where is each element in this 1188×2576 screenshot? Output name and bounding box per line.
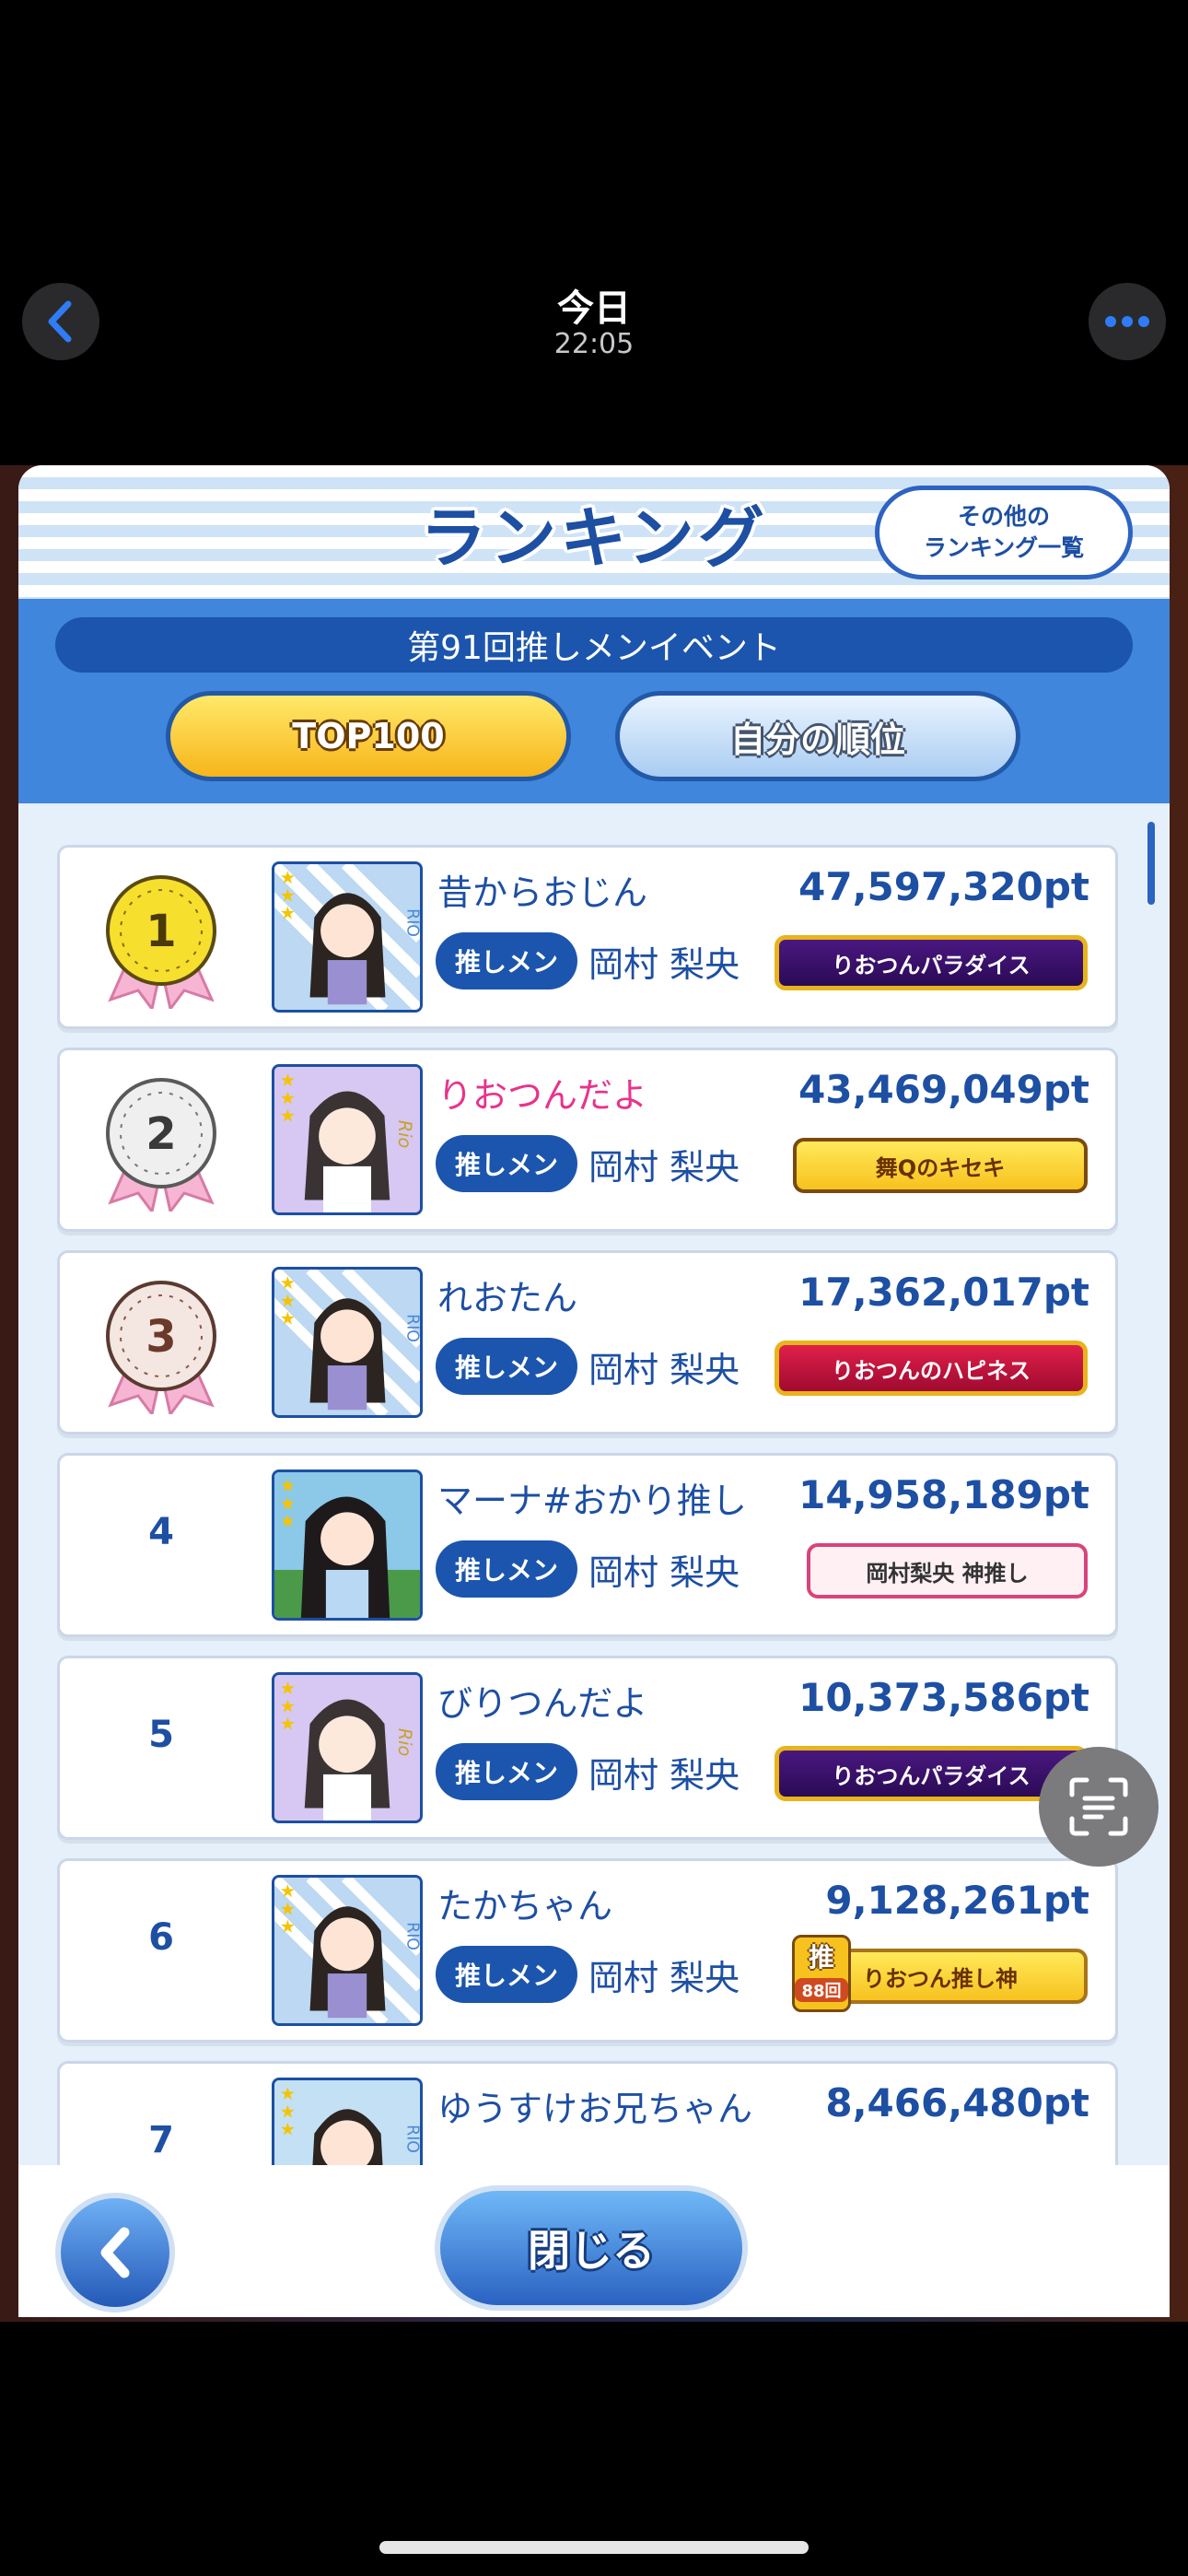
bronze-medal-icon: 3 <box>106 1281 216 1414</box>
title-badge: りおつんパラダイス <box>775 935 1088 990</box>
table-row[interactable]: 1 RIO ★ ★ ★ 昔からおじん 47,597,320pt 推しメン 岡村 梨央… <box>57 845 1118 1029</box>
svg-text:RIO: RIO <box>403 1314 422 1342</box>
footer-back-button[interactable] <box>55 2193 175 2313</box>
player-name: ゆうすけお兄ちゃん <box>437 2089 753 2129</box>
other-rankings-button[interactable]: その他の ランキング一覧 <box>875 486 1133 580</box>
svg-text:★: ★ <box>280 1714 296 1735</box>
svg-text:★: ★ <box>280 903 296 924</box>
oshi-emblem-count: 88回 <box>795 1978 848 2002</box>
svg-text:RIO: RIO <box>403 2125 422 2153</box>
more-options-button[interactable] <box>1089 283 1166 360</box>
title-badge: 舞Qのキセキ <box>793 1138 1088 1193</box>
title-badge: りおつんのハピネス <box>775 1341 1088 1396</box>
table-row[interactable]: 3 RIO ★ ★ ★ れおたん 17,362,017pt 推しメン 岡村 梨央 り… <box>57 1250 1118 1434</box>
player-points: 10,373,586pt <box>798 1675 1089 1720</box>
scrollbar[interactable] <box>1147 822 1155 905</box>
svg-text:1: 1 <box>146 906 176 957</box>
avatar: Rio ★★★ <box>272 1672 423 1823</box>
ranking-list[interactable]: 1 RIO ★ ★ ★ 昔からおじん 47,597,320pt 推しメン 岡村 梨央… <box>18 803 1170 2165</box>
avatar: Rio ★★★ <box>272 1064 423 1215</box>
oshi-label: 推しメン <box>436 1540 577 1598</box>
table-row[interactable]: 4 ★ ★ ★ マーナ#おかり推し 14,958,189pt 推しメン 岡村 梨央 … <box>57 1453 1118 1637</box>
svg-text:RIO: RIO <box>403 908 422 937</box>
header-time: 22:05 <box>553 328 635 360</box>
ranking-panel: ランキング その他の ランキング一覧 第91回推しメンイベント TOP100 自… <box>18 465 1170 2317</box>
badge-text: 舞Qのキセキ <box>875 1154 1006 1181</box>
player-name: びりつんだよ <box>437 1683 648 1724</box>
table-row[interactable]: 6 RIO ★ ★ ★ たかちゃん 9,128,261pt 推しメン 岡村 梨央 り… <box>57 1858 1118 2043</box>
player-name: りおつんだよ <box>437 1075 648 1116</box>
tab-my-rank[interactable]: 自分の順位 <box>615 691 1020 781</box>
header-date: 今日 <box>557 287 631 330</box>
badge-text: りおつんのハピネス <box>832 1357 1031 1384</box>
close-button[interactable]: 閉じる <box>435 2185 748 2311</box>
gold-medal-icon: 1 <box>106 875 216 1009</box>
event-name: 第91回推しメンイベント <box>55 617 1133 673</box>
member-name: 岡村 梨央 <box>588 1755 740 1796</box>
player-name: れおたん <box>437 1278 578 1318</box>
title-badge: 岡村梨央 神推し <box>807 1543 1088 1598</box>
rank-number: 7 <box>148 2119 174 2161</box>
svg-text:Rio: Rio <box>394 1728 415 1757</box>
oshi-label: 推しメン <box>436 1338 577 1395</box>
svg-text:3: 3 <box>146 1311 176 1363</box>
avatar: RIO ★★★ <box>272 1267 423 1418</box>
member-name: 岡村 梨央 <box>588 944 740 985</box>
avatar: ★★★ <box>272 1469 423 1621</box>
member-name: 岡村 梨央 <box>588 1350 740 1390</box>
home-indicator[interactable] <box>379 2541 809 2554</box>
avatar: RIO ★★★ <box>272 2078 423 2165</box>
badge-text: 岡村梨央 神推し <box>866 1560 1029 1587</box>
badge-text: りおつん推し神 <box>863 1965 1018 1992</box>
oshi-emblem-kanji: 推 <box>808 1942 834 1973</box>
player-points: 8,466,480pt <box>825 2080 1089 2125</box>
player-points: 47,597,320pt <box>798 864 1089 909</box>
other-rankings-label-1: その他の <box>957 503 1050 530</box>
event-header: 第91回推しメンイベント TOP100 自分の順位 <box>18 599 1170 803</box>
oshi-label: 推しメン <box>436 932 577 989</box>
svg-text:★: ★ <box>280 1511 296 1532</box>
oshi-label: 推しメン <box>436 1743 577 1800</box>
member-name: 岡村 梨央 <box>588 1552 740 1593</box>
chevron-left-icon <box>100 2227 130 2278</box>
text-scan-icon <box>1069 1777 1128 1836</box>
svg-text:RIO: RIO <box>403 1922 422 1950</box>
rank-number: 6 <box>148 1916 174 1959</box>
other-rankings-label-2: ランキング一覧 <box>923 534 1085 561</box>
footer-bar: 閉じる <box>18 2165 1170 2317</box>
svg-text:2: 2 <box>146 1108 176 1160</box>
oshi-label: 推しメン <box>436 1135 577 1192</box>
player-points: 9,128,261pt <box>825 1878 1089 1923</box>
table-row[interactable]: 2 Rio ★ ★ ★ りおつんだよ 43,469,049pt 推しメン 岡村 梨央… <box>57 1048 1118 1232</box>
svg-text:★: ★ <box>280 1106 296 1127</box>
player-name: たかちゃん <box>437 1886 613 1926</box>
silver-medal-icon: 2 <box>106 1078 216 1212</box>
svg-text:★: ★ <box>280 2119 296 2140</box>
avatar: RIO ★★★ <box>272 861 423 1013</box>
player-name: マーナ#おかり推し <box>437 1481 747 1521</box>
badge-text: りおつんパラダイス <box>832 1762 1031 1789</box>
player-points: 17,362,017pt <box>798 1270 1089 1315</box>
player-points: 43,469,049pt <box>798 1067 1089 1112</box>
badge-text: りおつんパラダイス <box>832 952 1031 978</box>
player-points: 14,958,189pt <box>798 1472 1089 1517</box>
ellipsis-icon <box>1105 316 1149 327</box>
member-name: 岡村 梨央 <box>588 1958 740 1998</box>
avatar: RIO ★★★ <box>272 1875 423 2026</box>
oshi-label: 推しメン <box>436 1946 577 2003</box>
rank-number: 5 <box>148 1714 174 1756</box>
live-text-button[interactable] <box>1039 1747 1159 1867</box>
oshi-count-emblem: 推 88回 <box>792 1935 851 2012</box>
svg-text:Rio: Rio <box>394 1120 415 1149</box>
table-row[interactable]: 7 RIO ★ ★ ★ ゆうすけお兄ちゃん 8,466,480pt <box>57 2061 1118 2165</box>
svg-text:★: ★ <box>280 1916 296 1938</box>
member-name: 岡村 梨央 <box>588 1147 740 1188</box>
player-name: 昔からおじん <box>437 872 648 913</box>
table-row[interactable]: 5 Rio ★ ★ ★ びりつんだよ 10,373,586pt 推しメン 岡村 梨央… <box>57 1656 1118 1840</box>
tab-top100[interactable]: TOP100 <box>166 691 571 781</box>
svg-text:★: ★ <box>280 1308 296 1329</box>
rank-number: 4 <box>148 1511 174 1553</box>
photo-viewer-header: 今日 22:05 <box>0 0 1188 461</box>
title-band: ランキング その他の ランキング一覧 <box>18 465 1170 599</box>
